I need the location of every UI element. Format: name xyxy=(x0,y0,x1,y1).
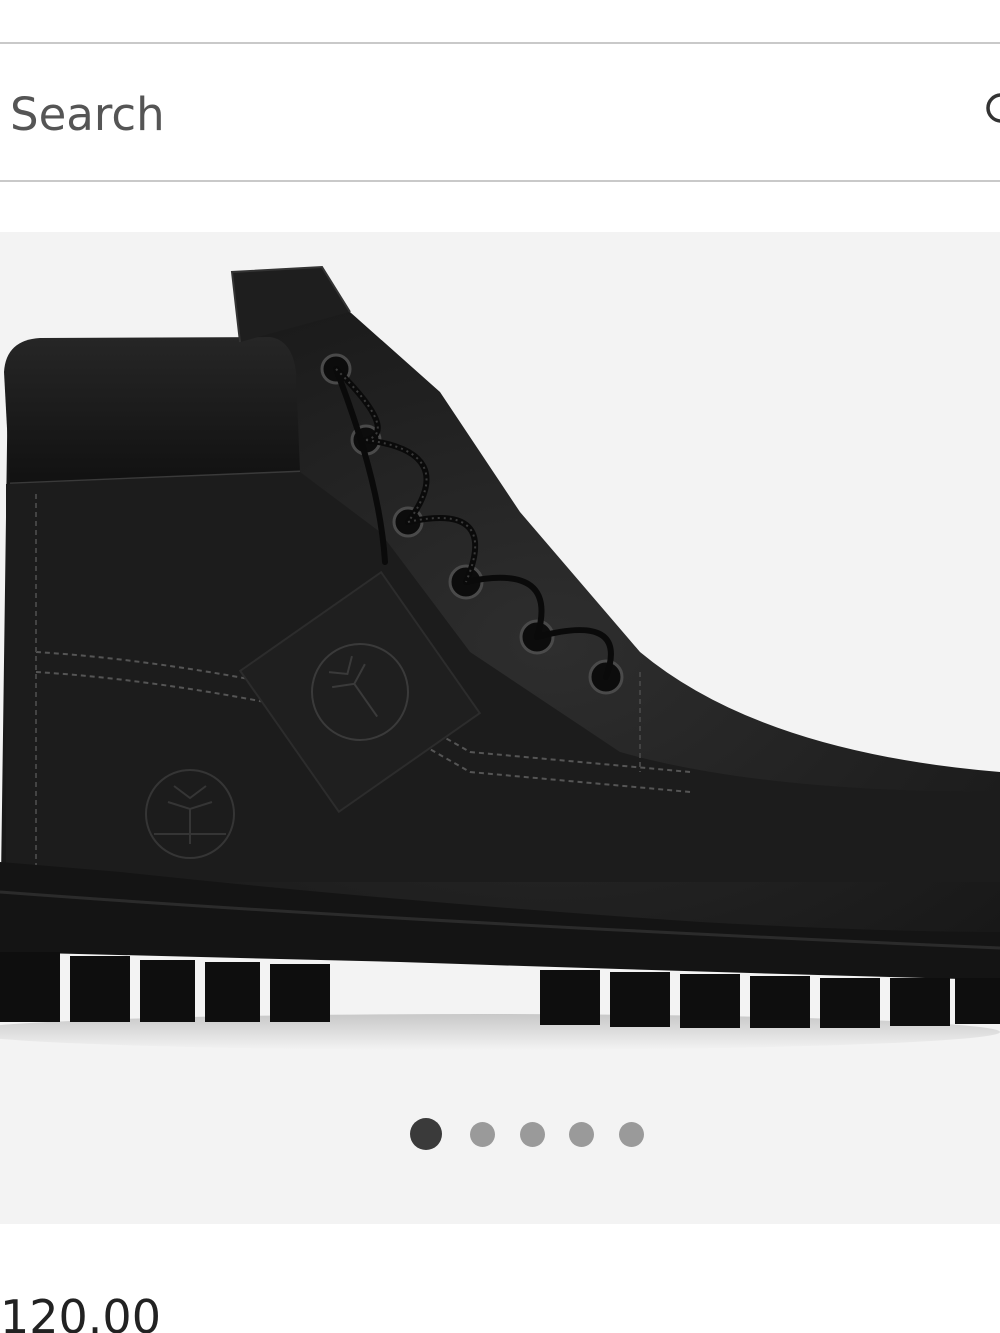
carousel-dot-5[interactable] xyxy=(619,1122,644,1147)
carousel-dot-1[interactable] xyxy=(410,1118,442,1150)
product-page: 120.00 xyxy=(0,0,1000,1333)
carousel-dot-3[interactable] xyxy=(520,1122,545,1147)
carousel-dot-4[interactable] xyxy=(569,1122,594,1147)
search-bar xyxy=(0,42,1000,182)
search-input[interactable] xyxy=(10,74,910,154)
product-price: 120.00 xyxy=(0,1290,161,1333)
carousel-dots xyxy=(0,1118,1000,1152)
product-image-carousel[interactable] xyxy=(0,232,1000,1224)
product-image xyxy=(0,265,1000,1050)
carousel-dot-2[interactable] xyxy=(470,1122,495,1147)
search-icon[interactable] xyxy=(984,91,1000,131)
